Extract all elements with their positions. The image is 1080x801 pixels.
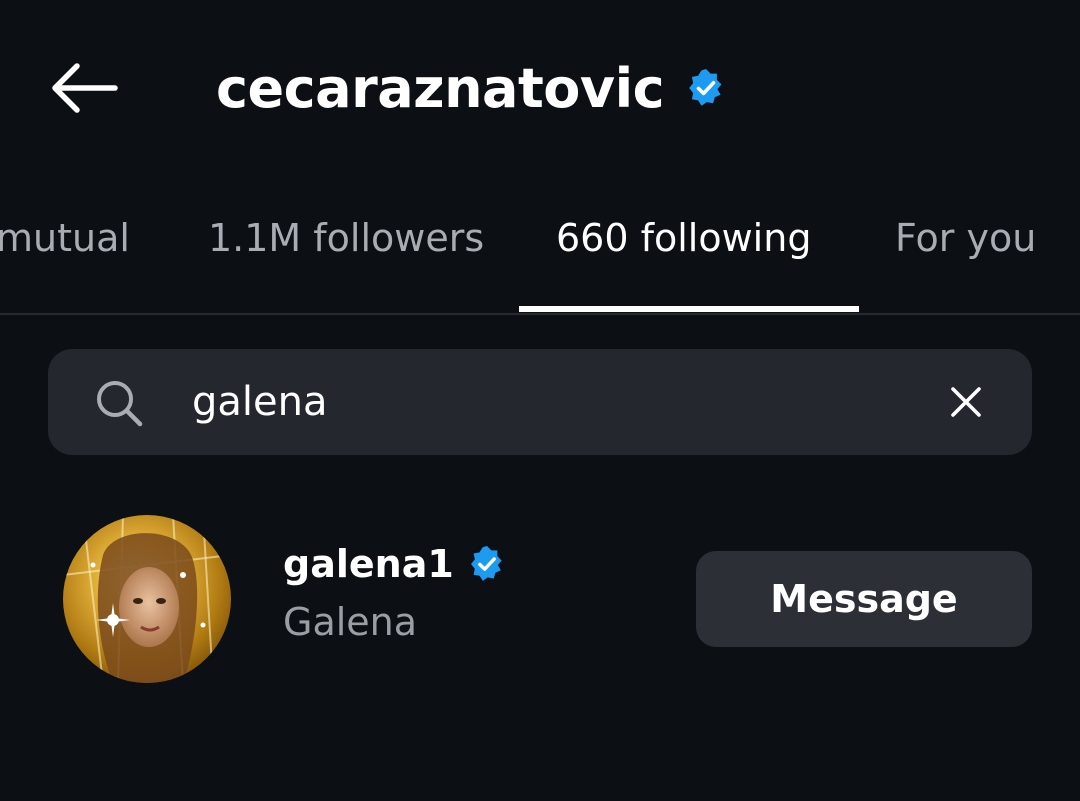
list-item[interactable]: galena1 Galena Message <box>0 500 1080 700</box>
search-icon <box>97 381 143 427</box>
tab-following[interactable]: 660 following <box>556 216 811 260</box>
follow-tabs: mutual 1.1M followers 660 following For … <box>0 200 1080 314</box>
full-name: Galena <box>283 600 418 644</box>
top-bar: cecaraznatovic <box>0 0 1080 175</box>
username-row[interactable]: galena1 <box>283 542 506 586</box>
tabs-divider <box>0 313 1080 315</box>
active-tab-indicator <box>519 306 859 312</box>
search-input[interactable] <box>192 372 892 432</box>
close-icon <box>951 387 981 417</box>
back-arrow-icon <box>52 63 118 113</box>
tab-mutual[interactable]: mutual <box>0 216 130 260</box>
avatar[interactable] <box>63 515 231 683</box>
profile-title: cecaraznatovic <box>216 52 726 124</box>
username[interactable]: galena1 <box>283 542 454 586</box>
back-button[interactable] <box>46 56 122 120</box>
message-button[interactable]: Message <box>696 551 1032 647</box>
page-title: cecaraznatovic <box>216 56 665 120</box>
clear-search-button[interactable] <box>938 374 994 430</box>
verified-badge-icon <box>686 68 726 108</box>
tab-followers[interactable]: 1.1M followers <box>208 216 484 260</box>
tab-for-you[interactable]: For you <box>895 216 1036 260</box>
verified-badge-icon <box>468 545 506 583</box>
